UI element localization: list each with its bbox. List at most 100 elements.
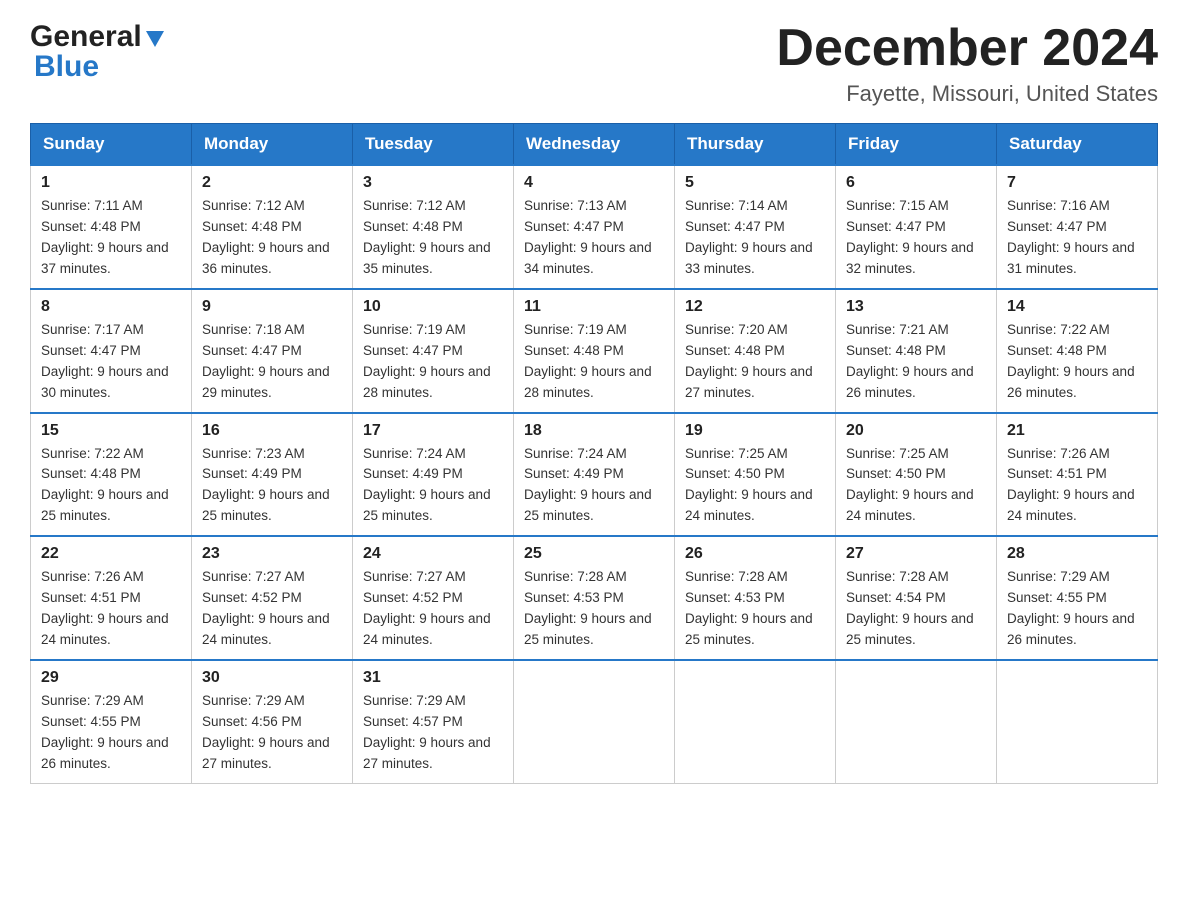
- calendar-cell: 1Sunrise: 7:11 AMSunset: 4:48 PMDaylight…: [31, 165, 192, 289]
- day-info: Sunrise: 7:19 AMSunset: 4:47 PMDaylight:…: [363, 320, 503, 404]
- logo: General Blue: [30, 20, 166, 84]
- calendar-cell: 22 Sunrise: 7:26 AMSunset: 4:51 PMDayligh…: [31, 536, 192, 660]
- calendar-cell: 30 Sunrise: 7:29 AMSunset: 4:56 PMDayligh…: [192, 660, 353, 783]
- logo-general: General: [30, 20, 142, 54]
- day-number: 28: [1007, 545, 1147, 563]
- day-info: Sunrise: 7:14 AMSunset: 4:47 PMDaylight:…: [685, 196, 825, 280]
- day-number: 30: [202, 669, 342, 687]
- day-number: 12: [685, 298, 825, 316]
- day-number: 31: [363, 669, 503, 687]
- calendar-cell: 2 Sunrise: 7:12 AMSunset: 4:48 PMDaylight…: [192, 165, 353, 289]
- day-number: 4: [524, 174, 664, 192]
- day-info: Sunrise: 7:19 AMSunset: 4:48 PMDaylight:…: [524, 320, 664, 404]
- day-info: Sunrise: 7:12 AMSunset: 4:48 PMDaylight:…: [202, 196, 342, 280]
- logo-triangle-icon: [144, 27, 166, 49]
- day-info: Sunrise: 7:29 AMSunset: 4:56 PMDaylight:…: [202, 691, 342, 775]
- day-info: Sunrise: 7:21 AMSunset: 4:48 PMDaylight:…: [846, 320, 986, 404]
- calendar-cell: 31 Sunrise: 7:29 AMSunset: 4:57 PMDayligh…: [353, 660, 514, 783]
- calendar-cell: 28 Sunrise: 7:29 AMSunset: 4:55 PMDayligh…: [997, 536, 1158, 660]
- calendar-cell: 8 Sunrise: 7:17 AMSunset: 4:47 PMDaylight…: [31, 289, 192, 413]
- day-number: 18: [524, 422, 664, 440]
- day-info: Sunrise: 7:26 AMSunset: 4:51 PMDaylight:…: [1007, 444, 1147, 528]
- calendar-cell: 17Sunrise: 7:24 AMSunset: 4:49 PMDayligh…: [353, 413, 514, 537]
- day-info: Sunrise: 7:29 AMSunset: 4:57 PMDaylight:…: [363, 691, 503, 775]
- day-number: 2: [202, 174, 342, 192]
- day-number: 11: [524, 298, 664, 316]
- day-info: Sunrise: 7:27 AMSunset: 4:52 PMDaylight:…: [202, 567, 342, 651]
- calendar-cell: 9 Sunrise: 7:18 AMSunset: 4:47 PMDaylight…: [192, 289, 353, 413]
- day-number: 25: [524, 545, 664, 563]
- calendar-cell: [514, 660, 675, 783]
- calendar-cell: 14 Sunrise: 7:22 AMSunset: 4:48 PMDayligh…: [997, 289, 1158, 413]
- day-number: 27: [846, 545, 986, 563]
- calendar-header-wednesday: Wednesday: [514, 124, 675, 166]
- calendar-cell: 11 Sunrise: 7:19 AMSunset: 4:48 PMDayligh…: [514, 289, 675, 413]
- day-info: Sunrise: 7:29 AMSunset: 4:55 PMDaylight:…: [1007, 567, 1147, 651]
- calendar-header-sunday: Sunday: [31, 124, 192, 166]
- day-number: 10: [363, 298, 503, 316]
- day-number: 16: [202, 422, 342, 440]
- day-number: 23: [202, 545, 342, 563]
- calendar-cell: 29 Sunrise: 7:29 AMSunset: 4:55 PMDayligh…: [31, 660, 192, 783]
- calendar-cell: [675, 660, 836, 783]
- calendar-cell: 10 Sunrise: 7:19 AMSunset: 4:47 PMDayligh…: [353, 289, 514, 413]
- calendar-cell: 4 Sunrise: 7:13 AMSunset: 4:47 PMDaylight…: [514, 165, 675, 289]
- calendar-cell: 16Sunrise: 7:23 AMSunset: 4:49 PMDayligh…: [192, 413, 353, 537]
- day-info: Sunrise: 7:29 AMSunset: 4:55 PMDaylight:…: [41, 691, 181, 775]
- day-info: Sunrise: 7:26 AMSunset: 4:51 PMDaylight:…: [41, 567, 181, 651]
- day-info: Sunrise: 7:13 AMSunset: 4:47 PMDaylight:…: [524, 196, 664, 280]
- day-info: Sunrise: 7:22 AMSunset: 4:48 PMDaylight:…: [1007, 320, 1147, 404]
- day-info: Sunrise: 7:28 AMSunset: 4:54 PMDaylight:…: [846, 567, 986, 651]
- calendar-cell: 3 Sunrise: 7:12 AMSunset: 4:48 PMDaylight…: [353, 165, 514, 289]
- day-info: Sunrise: 7:22 AMSunset: 4:48 PMDaylight:…: [41, 444, 181, 528]
- calendar-week-row: 1Sunrise: 7:11 AMSunset: 4:48 PMDaylight…: [31, 165, 1158, 289]
- day-number: 20: [846, 422, 986, 440]
- calendar-cell: 7Sunrise: 7:16 AMSunset: 4:47 PMDaylight…: [997, 165, 1158, 289]
- calendar-cell: 23 Sunrise: 7:27 AMSunset: 4:52 PMDayligh…: [192, 536, 353, 660]
- calendar-cell: [997, 660, 1158, 783]
- calendar-cell: 26 Sunrise: 7:28 AMSunset: 4:53 PMDayligh…: [675, 536, 836, 660]
- day-number: 17: [363, 422, 503, 440]
- calendar-cell: 27 Sunrise: 7:28 AMSunset: 4:54 PMDayligh…: [836, 536, 997, 660]
- day-info: Sunrise: 7:25 AMSunset: 4:50 PMDaylight:…: [846, 444, 986, 528]
- day-info: Sunrise: 7:20 AMSunset: 4:48 PMDaylight:…: [685, 320, 825, 404]
- calendar-table: SundayMondayTuesdayWednesdayThursdayFrid…: [30, 123, 1158, 783]
- day-number: 29: [41, 669, 181, 687]
- day-number: 14: [1007, 298, 1147, 316]
- page-header: General Blue December 2024 Fayette, Miss…: [30, 20, 1158, 107]
- calendar-header-tuesday: Tuesday: [353, 124, 514, 166]
- calendar-cell: 24 Sunrise: 7:27 AMSunset: 4:52 PMDayligh…: [353, 536, 514, 660]
- day-number: 1: [41, 174, 181, 192]
- calendar-cell: [836, 660, 997, 783]
- calendar-week-row: 15Sunrise: 7:22 AMSunset: 4:48 PMDayligh…: [31, 413, 1158, 537]
- calendar-header-thursday: Thursday: [675, 124, 836, 166]
- day-info: Sunrise: 7:18 AMSunset: 4:47 PMDaylight:…: [202, 320, 342, 404]
- day-info: Sunrise: 7:25 AMSunset: 4:50 PMDaylight:…: [685, 444, 825, 528]
- day-number: 6: [846, 174, 986, 192]
- calendar-cell: 18 Sunrise: 7:24 AMSunset: 4:49 PMDayligh…: [514, 413, 675, 537]
- calendar-cell: 6 Sunrise: 7:15 AMSunset: 4:47 PMDaylight…: [836, 165, 997, 289]
- calendar-cell: 12 Sunrise: 7:20 AMSunset: 4:48 PMDayligh…: [675, 289, 836, 413]
- calendar-header-friday: Friday: [836, 124, 997, 166]
- day-info: Sunrise: 7:27 AMSunset: 4:52 PMDaylight:…: [363, 567, 503, 651]
- calendar-week-row: 8 Sunrise: 7:17 AMSunset: 4:47 PMDaylight…: [31, 289, 1158, 413]
- day-number: 24: [363, 545, 503, 563]
- day-number: 3: [363, 174, 503, 192]
- day-info: Sunrise: 7:24 AMSunset: 4:49 PMDaylight:…: [524, 444, 664, 528]
- day-number: 8: [41, 298, 181, 316]
- day-info: Sunrise: 7:28 AMSunset: 4:53 PMDaylight:…: [524, 567, 664, 651]
- calendar-header-row: SundayMondayTuesdayWednesdayThursdayFrid…: [31, 124, 1158, 166]
- day-info: Sunrise: 7:15 AMSunset: 4:47 PMDaylight:…: [846, 196, 986, 280]
- day-number: 22: [41, 545, 181, 563]
- calendar-cell: 21 Sunrise: 7:26 AMSunset: 4:51 PMDayligh…: [997, 413, 1158, 537]
- calendar-cell: 15Sunrise: 7:22 AMSunset: 4:48 PMDayligh…: [31, 413, 192, 537]
- day-number: 9: [202, 298, 342, 316]
- day-info: Sunrise: 7:17 AMSunset: 4:47 PMDaylight:…: [41, 320, 181, 404]
- day-info: Sunrise: 7:12 AMSunset: 4:48 PMDaylight:…: [363, 196, 503, 280]
- calendar-week-row: 29 Sunrise: 7:29 AMSunset: 4:55 PMDayligh…: [31, 660, 1158, 783]
- title-block: December 2024 Fayette, Missouri, United …: [776, 20, 1158, 107]
- day-number: 21: [1007, 422, 1147, 440]
- calendar-cell: 5Sunrise: 7:14 AMSunset: 4:47 PMDaylight…: [675, 165, 836, 289]
- day-number: 26: [685, 545, 825, 563]
- day-info: Sunrise: 7:28 AMSunset: 4:53 PMDaylight:…: [685, 567, 825, 651]
